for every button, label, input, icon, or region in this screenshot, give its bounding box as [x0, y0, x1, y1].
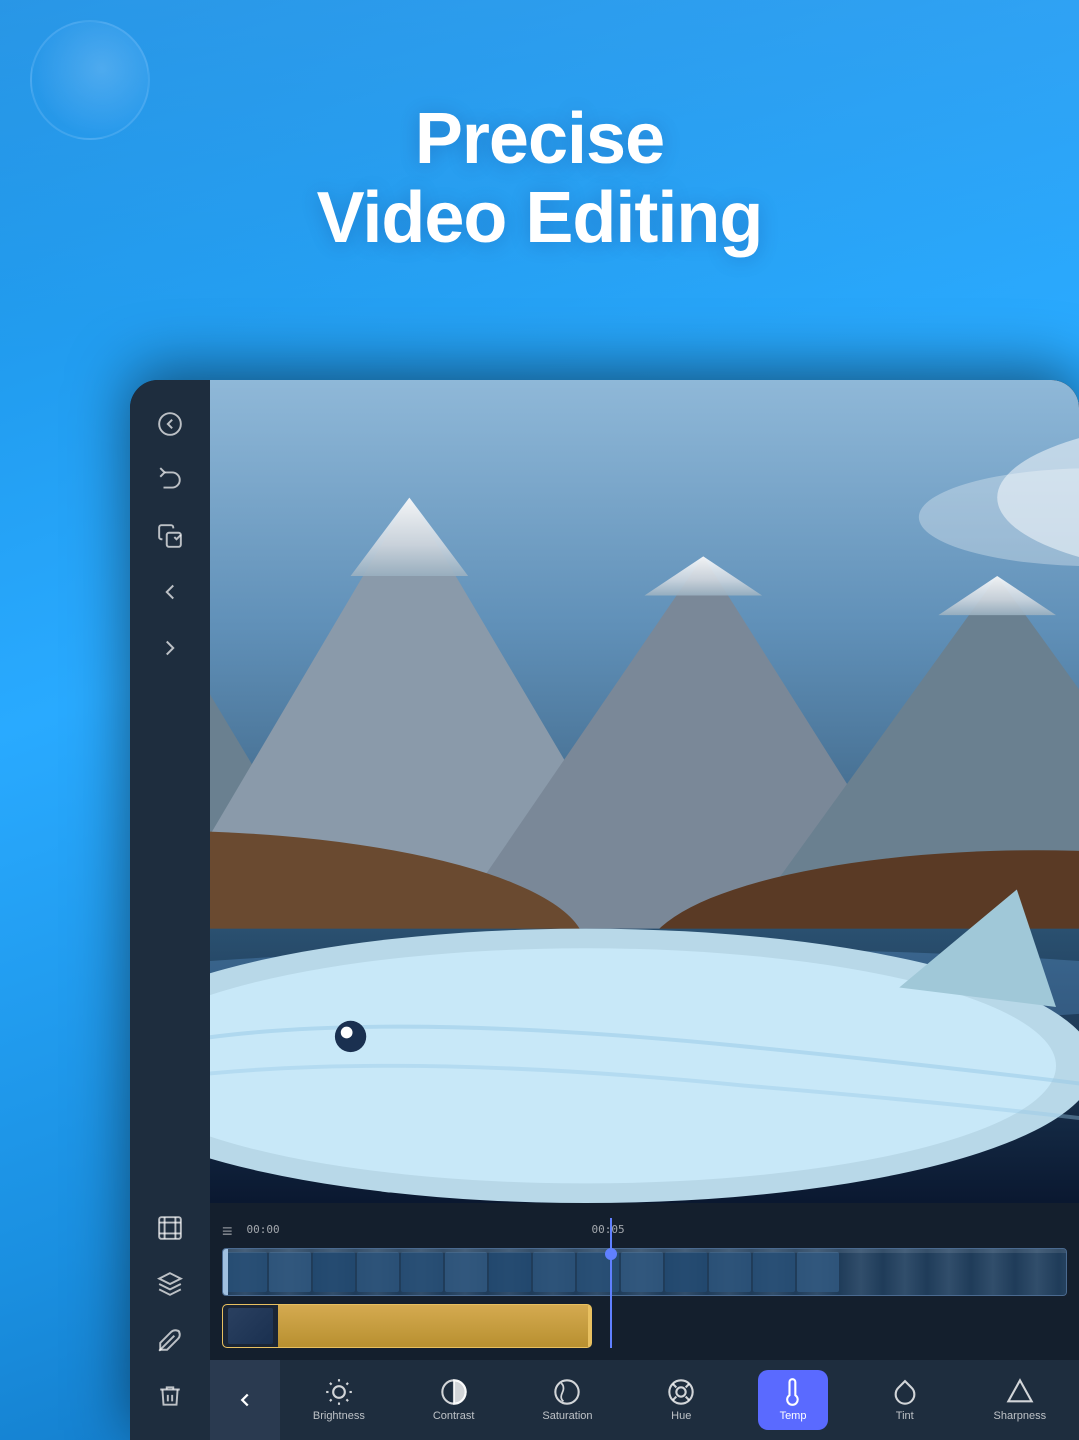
hero-title-line2: Video Editing: [317, 178, 763, 258]
contrast-label: Contrast: [433, 1410, 475, 1422]
brightness-tool[interactable]: Brightness: [301, 1370, 377, 1430]
delete-button[interactable]: [146, 1372, 194, 1420]
back-circle-button[interactable]: [146, 400, 194, 448]
tint-tool[interactable]: Tint: [870, 1370, 940, 1430]
back-button[interactable]: [210, 1360, 280, 1440]
contrast-tool[interactable]: Contrast: [419, 1370, 489, 1430]
sharpness-label: Sharpness: [994, 1410, 1047, 1422]
film-grid-button[interactable]: [146, 1204, 194, 1252]
hue-label: Hue: [671, 1410, 691, 1422]
brightness-label: Brightness: [313, 1410, 365, 1422]
adjustment-track: [222, 1304, 1067, 1348]
hue-tool[interactable]: Hue: [646, 1370, 716, 1430]
main-video-track[interactable]: [222, 1248, 1067, 1296]
saturation-label: Saturation: [542, 1410, 592, 1422]
time-marker-start: 00:00: [247, 1223, 280, 1236]
main-content: ≡ 00:00 00:05: [210, 380, 1079, 1440]
tracks-container: [210, 1248, 1079, 1360]
temp-label: Temp: [780, 1410, 807, 1422]
playhead[interactable]: [610, 1218, 612, 1348]
undo-button[interactable]: [146, 456, 194, 504]
tablet-device: ≡ 00:00 00:05: [130, 380, 1079, 1440]
video-preview: [210, 380, 1079, 1203]
saturation-tool[interactable]: Saturation: [530, 1370, 604, 1430]
tint-label: Tint: [896, 1410, 914, 1422]
copy-check-button[interactable]: [146, 512, 194, 560]
filter-button[interactable]: [146, 1260, 194, 1308]
paint-button[interactable]: [146, 1316, 194, 1364]
hero-title-line1: Precise: [415, 99, 664, 179]
arrow-left-button[interactable]: [146, 568, 194, 616]
temp-tool[interactable]: Temp: [758, 1370, 828, 1430]
sidebar: [130, 380, 210, 1440]
bottom-toolbar: Brightness Contrast Saturati: [210, 1360, 1079, 1440]
sharpness-tool[interactable]: Sharpness: [982, 1370, 1059, 1430]
tool-items-container: Brightness Contrast Saturati: [280, 1362, 1079, 1438]
timeline-area: ≡ 00:00 00:05: [210, 1203, 1079, 1360]
hero-title: Precise Video Editing: [0, 100, 1079, 258]
arrow-right-button[interactable]: [146, 624, 194, 672]
time-marker-end: 00:05: [592, 1223, 625, 1236]
